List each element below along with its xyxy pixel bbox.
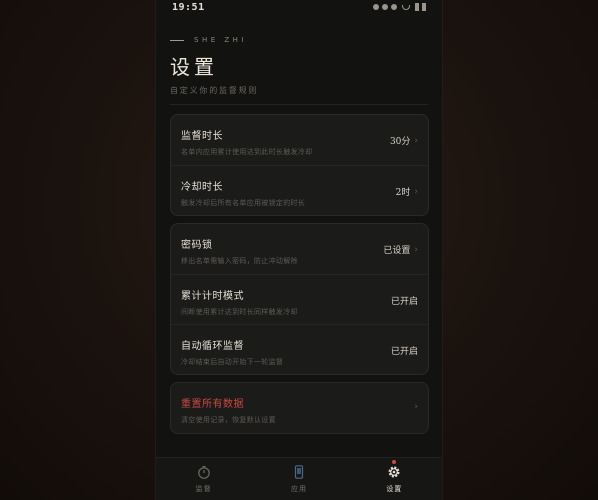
chevron-right-icon: ›	[414, 402, 418, 412]
setting-desc: 名单内应用累计使用达到此时长触发冷却	[181, 148, 313, 156]
header-kicker: SHE ZHI	[170, 36, 258, 44]
page-header: SHE ZHI 设置 自定义你的监督规则	[170, 36, 258, 96]
tab-settings[interactable]: 设置	[347, 458, 442, 500]
settings-group-timing: 监督时长 名单内应用累计使用达到此时长触发冷却 30分 › 冷却时长 触发冷却后…	[170, 114, 429, 216]
setting-desc: 触发冷却后所有名单应用被锁定的时长	[181, 199, 306, 207]
setting-row-cooldown-duration[interactable]: 冷却时长 触发冷却后所有名单应用被锁定的时长 2时 ›	[171, 165, 428, 215]
setting-title: 冷却时长	[181, 182, 223, 193]
tab-supervise[interactable]: 监督	[156, 458, 251, 500]
phone-icon	[294, 465, 304, 479]
setting-value: ›	[414, 402, 418, 412]
phone-screen: 19:51 SHE ZHI 设置 自定义你的监督规则 监督时长 名单内应用累计使…	[155, 0, 443, 500]
setting-title: 监督时长	[181, 131, 223, 142]
setting-row-cumulative-mode[interactable]: 累计计时模式 间断使用累计达到时长同样触发冷却 已开启	[171, 274, 428, 324]
signal-dot-icon	[373, 4, 379, 10]
tab-label: 监督	[195, 485, 212, 493]
chevron-right-icon: ›	[414, 186, 418, 197]
chevron-right-icon: ›	[414, 244, 418, 255]
setting-value: 已开启	[391, 344, 418, 357]
page-title: 设置	[170, 55, 218, 79]
setting-desc: 间断使用累计达到时长同样触发冷却	[181, 308, 298, 316]
setting-value-text: 已开启	[390, 297, 418, 307]
setting-value: 30分 ›	[389, 134, 418, 148]
setting-row-auto-loop[interactable]: 自动循环监督 冷却结束后自动开始下一轮监督 已开启	[171, 324, 428, 374]
setting-desc: 清空使用记录，恢复默认设置	[181, 416, 276, 424]
setting-value: 2时 ›	[395, 185, 418, 199]
setting-value: 已设置 ›	[383, 243, 418, 257]
kicker-text: SHE ZHI	[194, 36, 247, 44]
tab-active-indicator	[392, 460, 397, 464]
signal-dot-icon	[391, 4, 397, 10]
setting-desc: 移出名单需输入密码，防止冲动解除	[181, 257, 298, 265]
timer-icon	[197, 466, 210, 479]
setting-title: 累计计时模式	[181, 291, 244, 302]
battery-icon	[415, 3, 419, 11]
tab-label: 应用	[290, 485, 307, 493]
wifi-icon	[402, 4, 410, 10]
settings-group-danger: 重置所有数据 清空使用记录，恢复默认设置 ›	[170, 382, 429, 434]
chevron-right-icon: ›	[414, 135, 418, 146]
setting-row-supervise-duration[interactable]: 监督时长 名单内应用累计使用达到此时长触发冷却 30分 ›	[171, 115, 428, 165]
battery-icon	[422, 3, 426, 11]
setting-value-text: 已开启	[390, 347, 418, 357]
tab-apps[interactable]: 应用	[251, 458, 346, 500]
status-icons	[373, 3, 426, 11]
reset-title: 重置所有数据	[181, 399, 244, 410]
setting-value-text: 30分	[389, 137, 411, 147]
status-bar: 19:51	[156, 0, 442, 14]
setting-row-reset-data[interactable]: 重置所有数据 清空使用记录，恢复默认设置 ›	[171, 383, 428, 433]
setting-value: 已开启	[391, 294, 418, 307]
page-subtitle: 自定义你的监督规则	[170, 86, 259, 95]
gear-icon	[388, 466, 400, 478]
setting-value-text: 2时	[395, 188, 411, 198]
setting-title: 自动循环监督	[181, 341, 244, 352]
status-time: 19:51	[172, 1, 205, 13]
setting-value-text: 已设置	[383, 246, 411, 256]
bottom-tab-bar: 监督 应用 设置	[156, 457, 442, 500]
setting-row-password-lock[interactable]: 密码锁 移出名单需输入密码，防止冲动解除 已设置 ›	[171, 224, 428, 274]
header-divider	[170, 104, 428, 105]
tab-label: 设置	[386, 485, 403, 493]
kicker-line	[170, 39, 184, 41]
setting-desc: 冷却结束后自动开始下一轮监督	[181, 358, 284, 366]
settings-group-rules: 密码锁 移出名单需输入密码，防止冲动解除 已设置 › 累计计时模式 间断使用累计…	[170, 223, 429, 375]
signal-dot-icon	[382, 4, 388, 10]
